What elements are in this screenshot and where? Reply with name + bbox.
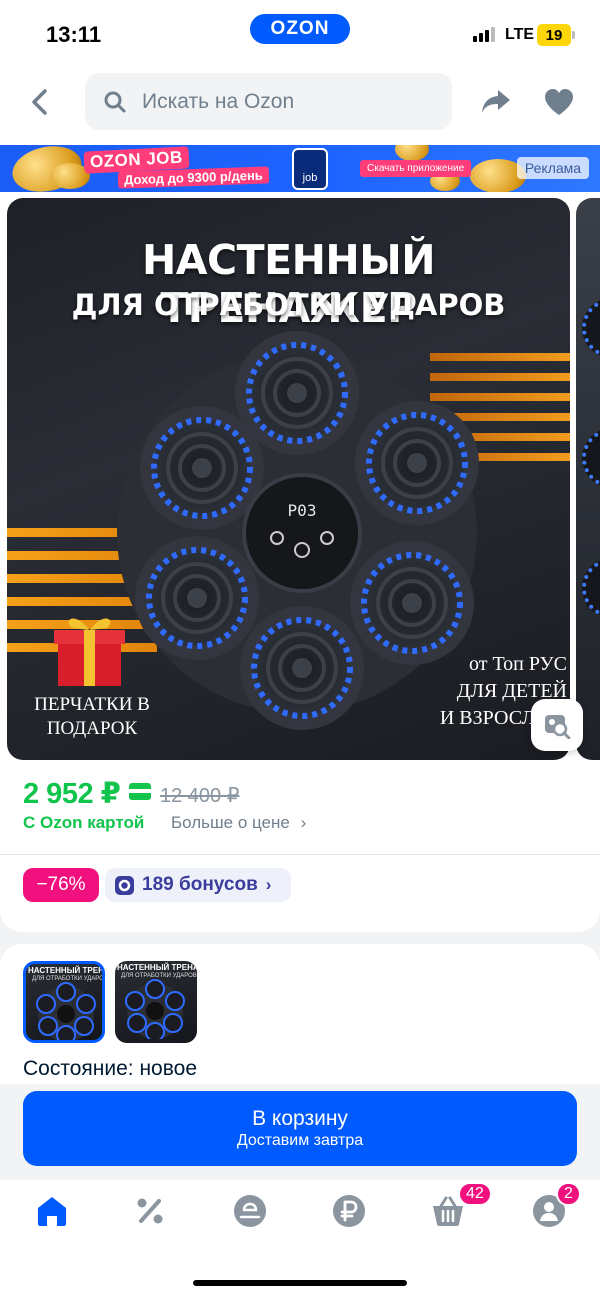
bonus-pill[interactable]: 189 бонусов › [105,868,291,902]
thumb-machine-image [36,982,96,1040]
home-icon[interactable] [34,1193,70,1229]
ruble-icon[interactable] [331,1193,367,1229]
gift-icon [54,618,125,686]
product-gallery[interactable]: НАСТЕННЫЙ ТРЕНАЖЕР ДЛЯ ОТРАБОТКИ УДАРОВ [0,192,600,772]
ozon-brand-pill[interactable]: OZON [250,14,350,44]
share-icon[interactable] [480,86,512,116]
variant-thumb[interactable]: НАСТЕННЫЙ ТРЕНАЖЕР ДЛЯ ОТРАБОТКИ УДАРОВ [115,961,197,1043]
ozon-card-icon [129,783,151,800]
profile-badge: 2 [556,1182,581,1206]
search-placeholder: Искать на Ozon [142,89,295,113]
cart-button-subtitle: Доставим завтра [236,1131,364,1149]
image-search-icon [545,715,571,739]
back-icon[interactable] [26,87,56,117]
fresh-icon[interactable] [232,1193,268,1229]
chevron-right-icon: › [265,875,272,894]
status-bar: 13:11 OZON LTE 19 [0,0,600,70]
network-label: LTE [505,26,535,43]
signal-icon [473,27,495,42]
add-to-cart-button[interactable]: В корзину Доставим завтра [23,1091,577,1166]
product-image[interactable]: НАСТЕННЫЙ ТРЕНАЖЕР ДЛЯ ОТРАБОТКИ УДАРОВ [7,198,570,760]
divider [0,854,600,855]
current-price: 2 952 ₽ [23,778,121,810]
image-right-line1: от Топ РУС [468,653,567,675]
visual-search-button[interactable] [531,699,583,751]
search-icon [104,91,126,112]
bonus-label: 189 бонусов [142,874,258,895]
variant-thumb[interactable]: НАСТЕННЫЙ ТРЕНАЖЕР ДЛЯ ОТРАБОТКИ УДАРОВ [23,961,105,1043]
home-indicator [193,1280,407,1286]
status-time: 13:11 [46,22,102,47]
bottom-tab-bar: 42 2 [0,1180,600,1297]
image-title-line2: ДЛЯ ОТРАБОТКИ УДАРОВ [71,288,506,322]
old-price: 12 400 ₽ [160,785,240,807]
ozon-card-label: С Ozon картой [23,813,145,832]
price-card: 2 952 ₽ 12 400 ₽ С Ozon картой Больше о … [0,772,600,932]
tab-cart[interactable]: 42 [430,1182,492,1229]
search-input[interactable]: Искать на Ozon [85,73,452,130]
brand-label: OZON [270,18,330,39]
condition-label: Состояние: новое [23,1057,198,1080]
image-gift-text: ПЕРЧАТКИ В ПОДАРОК [34,694,150,739]
ad-tag[interactable]: Реклама [517,157,589,179]
heart-icon[interactable] [543,88,575,116]
battery-level: 19 [545,26,563,44]
thumb-title: НАСТЕННЫЙ ТРЕНАЖЕР [28,966,104,975]
battery-icon: 19 [537,24,575,46]
thumb-title: НАСТЕННЫЙ ТРЕНАЖЕР [117,963,197,972]
ad-banner[interactable]: OZON JOB Доход до 9300 р/день job Скачат… [0,145,600,192]
cart-button-title: В корзину [252,1106,348,1130]
ad-phone-label: job [302,172,318,184]
ad-cta: Скачать приложение [360,160,472,177]
price-more-label: Больше о цене [171,813,290,832]
thumb-machine-image [125,979,185,1039]
phone-icon: job [292,148,328,190]
cart-badge: 42 [458,1182,492,1206]
tab-profile[interactable]: 2 [531,1182,581,1229]
display-label: P03 [288,501,317,520]
search-header: Искать на Ozon [0,70,600,145]
price-more-link[interactable]: Больше о цене › [171,813,306,833]
discount-icon[interactable] [132,1193,168,1229]
variants-card: НАСТЕННЫЙ ТРЕНАЖЕР ДЛЯ ОТРАБОТКИ УДАРОВ … [0,944,600,1084]
discount-badge: −76% [23,868,99,902]
chevron-right-icon: › [300,813,307,832]
discount-value: −76% [36,874,86,895]
next-product-image[interactable] [576,198,600,760]
bonus-icon [115,875,134,895]
